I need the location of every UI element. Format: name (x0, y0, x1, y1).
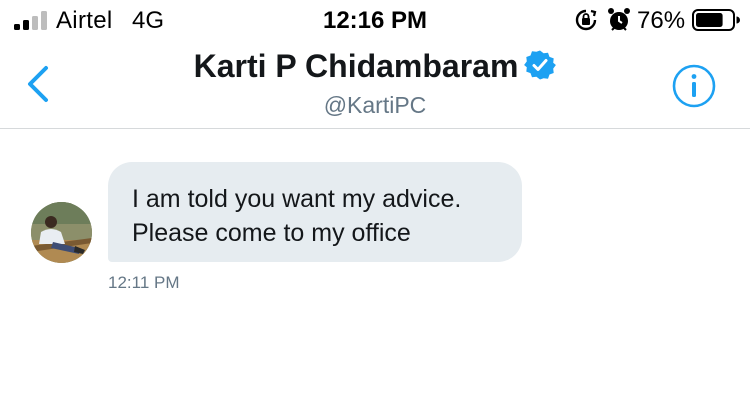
message-text-line: I am told you want my advice. (132, 185, 462, 213)
avatar-photo (31, 202, 92, 263)
alarm-icon (608, 8, 630, 31)
message-timestamp: 12:11 PM (108, 273, 180, 292)
rotation-lock-icon (575, 9, 597, 31)
info-button[interactable] (671, 63, 717, 109)
avatar[interactable] (31, 202, 92, 263)
title-row: Karti P Chidambaram (0, 48, 750, 85)
status-bar: Airtel 4G 12:16 PM 76% (0, 0, 750, 42)
battery-icon (692, 9, 740, 31)
message-text-line: Please come to my office (132, 219, 411, 247)
conversation-header: Karti P Chidambaram @KartiPC (0, 42, 750, 129)
contact-name[interactable]: Karti P Chidambaram (194, 48, 519, 84)
contact-handle[interactable]: @KartiPC (0, 92, 750, 119)
verified-badge-icon (524, 50, 557, 79)
message-bubble[interactable]: I am told you want my advice. Please com… (108, 162, 522, 262)
battery-percent: 76% (637, 7, 686, 34)
